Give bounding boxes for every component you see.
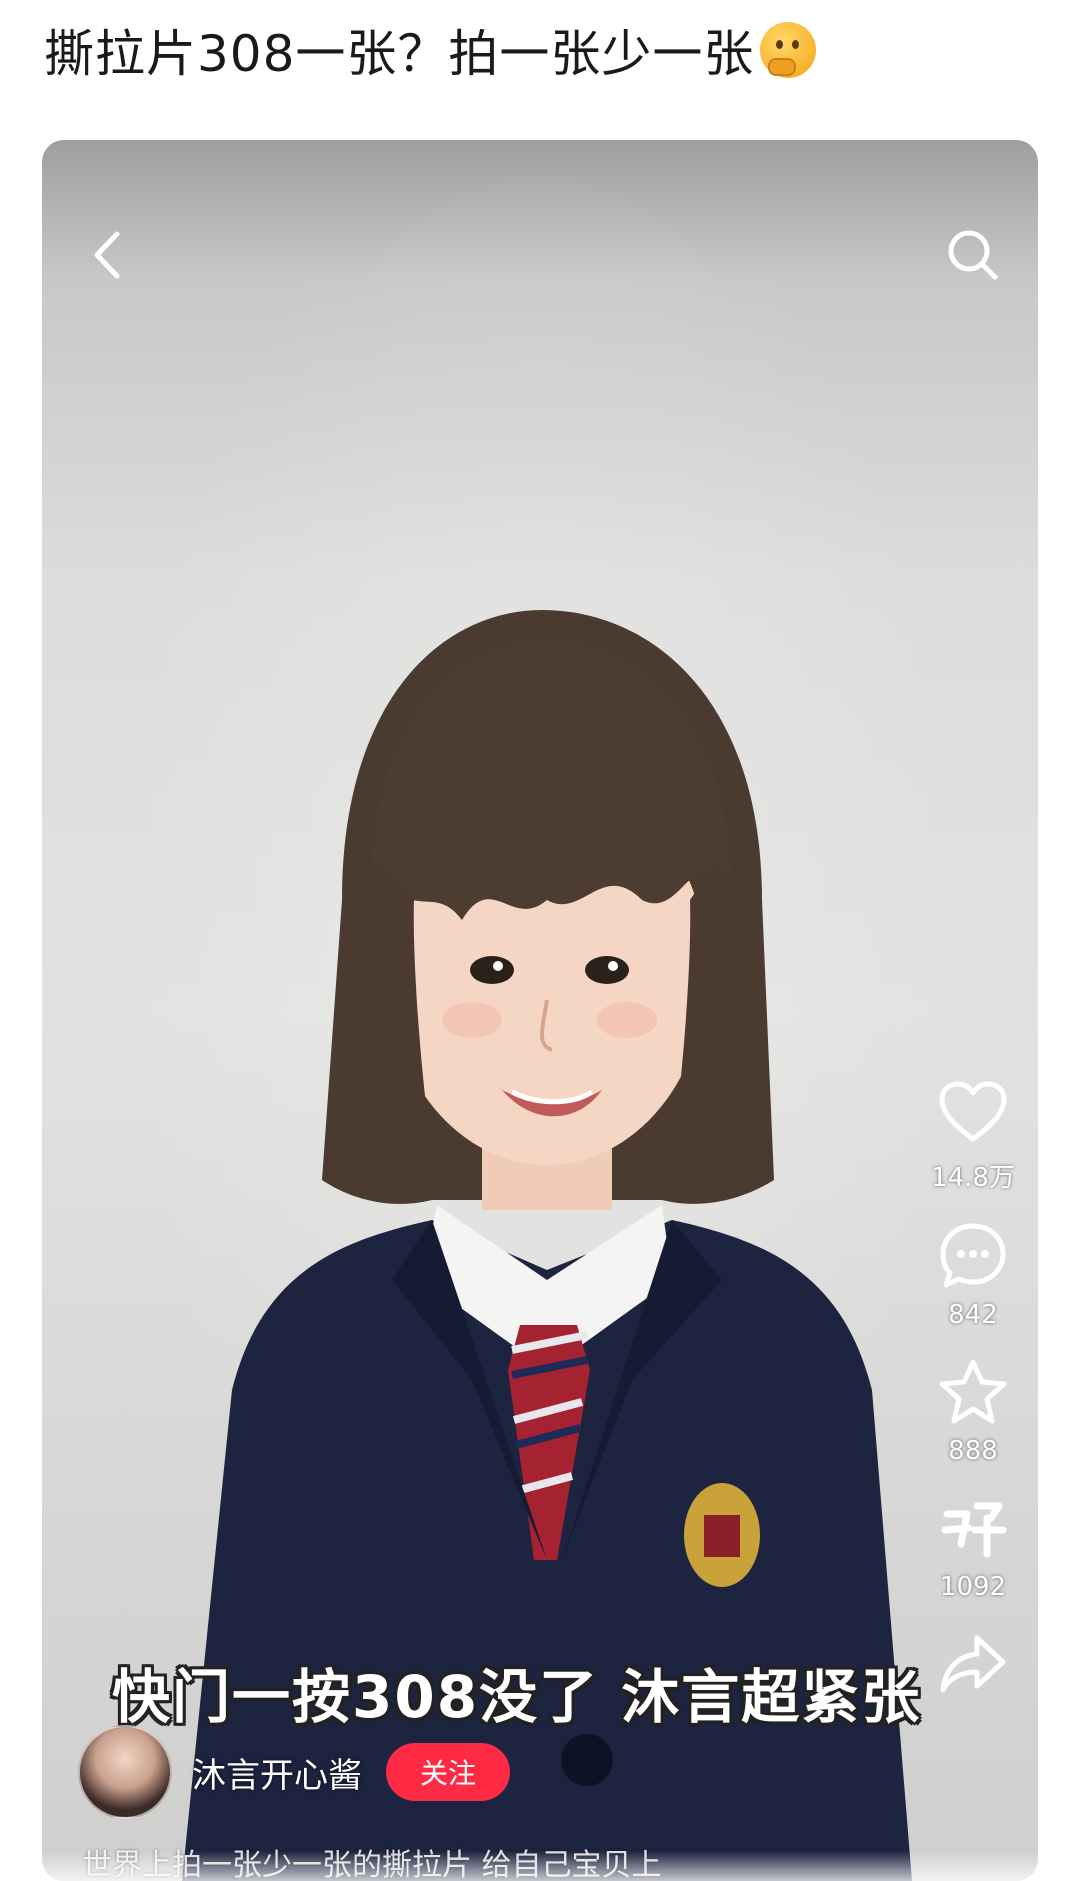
great-count: 1092	[939, 1572, 1007, 1602]
favorite-action[interactable]: 888	[935, 1354, 1011, 1466]
comment-icon	[940, 1223, 1006, 1288]
star-icon	[939, 1359, 1007, 1424]
back-button[interactable]	[72, 220, 142, 290]
follow-button[interactable]: 关注	[386, 1743, 510, 1801]
video-frame-illustration	[182, 610, 912, 1881]
heart-icon	[939, 1081, 1007, 1142]
right-eye	[585, 956, 629, 984]
comment-count: 842	[948, 1300, 998, 1330]
back-icon	[94, 231, 120, 279]
like-action[interactable]: 14.8万	[931, 1075, 1015, 1194]
search-button[interactable]	[938, 220, 1008, 290]
post-title: 撕拉片308一张？拍一张少一张	[44, 10, 817, 90]
great-icon	[941, 1502, 1007, 1558]
action-rail: 14.8万 842 888 1092	[918, 1075, 1028, 1726]
author-row: 沐言开心酱 关注	[78, 1725, 510, 1819]
bottom-fade	[42, 1851, 1038, 1881]
great-action[interactable]: 1092	[935, 1490, 1011, 1602]
avatar[interactable]	[78, 1725, 172, 1819]
favorite-count: 888	[948, 1436, 998, 1466]
video-caption: 快门一按308没了 沐言超紧张	[112, 1663, 922, 1731]
comment-action[interactable]: 842	[935, 1218, 1011, 1330]
post-title-text: 撕拉片308一张？拍一张少一张	[44, 25, 755, 83]
like-count: 14.8万	[931, 1163, 1015, 1193]
post-page: 撕拉片308一张？拍一张少一张 14.8万 842 888 1092 快门一按3…	[0, 0, 1080, 1881]
author-name[interactable]: 沐言开心酱	[192, 1748, 362, 1797]
blazer-button	[561, 1734, 613, 1786]
search-icon	[948, 230, 998, 280]
left-eye	[470, 956, 514, 984]
video-card[interactable]: 14.8万 842 888 1092 快门一按308没了 沐言超紧张 沐言开心酱…	[42, 140, 1038, 1881]
thinking-face-icon	[760, 22, 817, 78]
